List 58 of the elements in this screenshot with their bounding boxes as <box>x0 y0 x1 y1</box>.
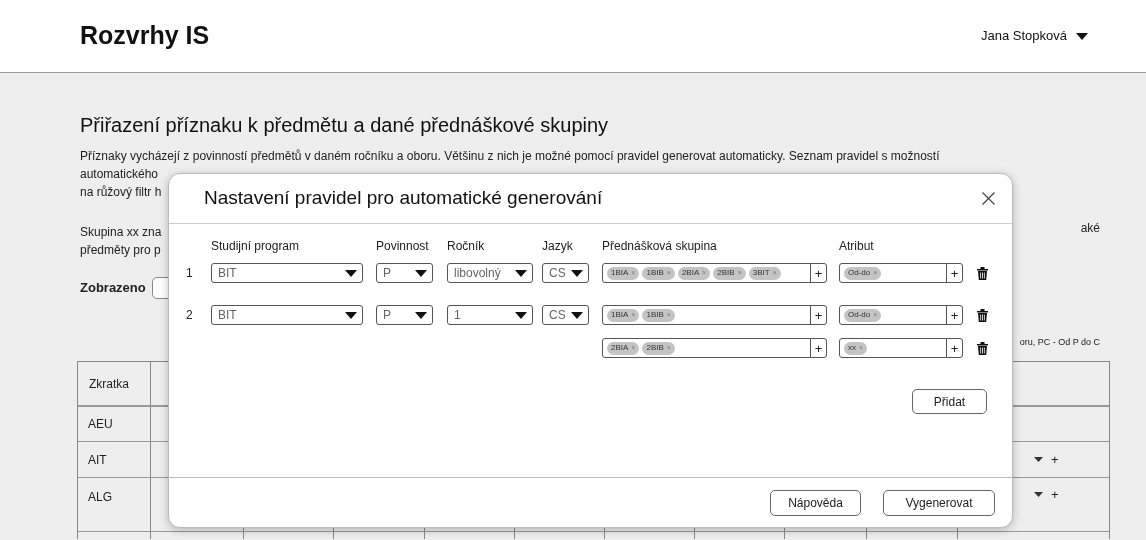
close-icon[interactable] <box>982 192 995 205</box>
caret-icon <box>515 269 527 277</box>
group-text: aké <box>1080 220 1100 237</box>
page-title: Přiřazení příznaku k předmětu a dané přednáškové skupiny <box>80 113 610 137</box>
dropdown[interactable]: CS <box>542 263 589 283</box>
column-header: Jazyk <box>542 238 573 255</box>
dropdown[interactable]: BIT <box>211 305 363 325</box>
table-cell-text: ALG <box>88 489 112 506</box>
add-button[interactable]: + <box>946 306 962 324</box>
caret-icon <box>345 311 357 319</box>
trash-icon[interactable] <box>977 266 988 280</box>
caret-icon <box>571 269 583 277</box>
help-button[interactable]: Nápověda <box>770 489 861 516</box>
add-button[interactable]: + <box>810 264 826 282</box>
dropdown[interactable]: 1 <box>447 305 533 325</box>
column-header: Přednášková skupina <box>602 238 717 255</box>
table-cell-text: AEU <box>88 416 113 433</box>
user-menu[interactable]: Jana Stopková <box>981 26 1088 46</box>
trash-icon[interactable] <box>977 308 988 322</box>
caret-icon <box>1034 492 1043 497</box>
generate-button[interactable]: Vygenerovat <box>883 489 995 516</box>
caret-icon <box>571 311 583 319</box>
dialog-title: Nastavení pravidel pro automatické generování <box>204 186 603 211</box>
rule-number: 2 <box>186 307 193 324</box>
add-button[interactable]: + <box>810 339 826 357</box>
caret-icon <box>1034 457 1043 462</box>
add-button[interactable]: + <box>810 306 826 324</box>
intro-text: na růžový filtr h <box>80 184 162 201</box>
table-cell-text: AIT <box>88 451 107 469</box>
intro-text: Příznaky vycházejí z povinností předmětů v daném ročníku a oboru. Většinu z nich je možné pomocí pravidel generovat automaticky. Seznam pravidel s možností <box>80 148 940 165</box>
add-button[interactable]: + <box>1051 488 1059 501</box>
dropdown[interactable]: CS <box>542 305 589 325</box>
caret-icon <box>345 269 357 277</box>
column-header: Atribut <box>839 238 874 255</box>
add-button[interactable]: + <box>946 339 962 357</box>
add-button[interactable]: + <box>1051 453 1059 466</box>
group-text: předměty pro p <box>80 242 161 259</box>
column-header: Zkratka <box>78 362 151 405</box>
add-rule-button[interactable]: Přidat <box>912 389 987 414</box>
intro-text: automatického <box>80 166 159 183</box>
rule-number: 1 <box>186 265 193 282</box>
column-header: Ročník <box>447 238 485 255</box>
caret-icon <box>415 269 427 277</box>
column-header: Studijní program <box>211 238 300 255</box>
dropdown[interactable]: BIT <box>211 263 363 283</box>
app-title: Rozvrhy IS <box>80 20 210 52</box>
caret-icon <box>515 311 527 319</box>
add-button[interactable]: + <box>946 264 962 282</box>
dropdown[interactable]: P <box>376 263 433 283</box>
dropdown[interactable]: P <box>376 305 433 325</box>
trash-icon[interactable] <box>977 341 988 355</box>
legend-text: oru, PC - Od P do C <box>1019 336 1100 349</box>
shown-label: Zobrazeno <box>80 279 146 298</box>
caret-icon <box>1076 32 1088 40</box>
column-header: Povinnost <box>376 238 429 255</box>
group-text: Skupina xx zna <box>80 224 162 241</box>
caret-icon <box>415 311 427 319</box>
dropdown[interactable]: libovolný <box>447 263 533 283</box>
